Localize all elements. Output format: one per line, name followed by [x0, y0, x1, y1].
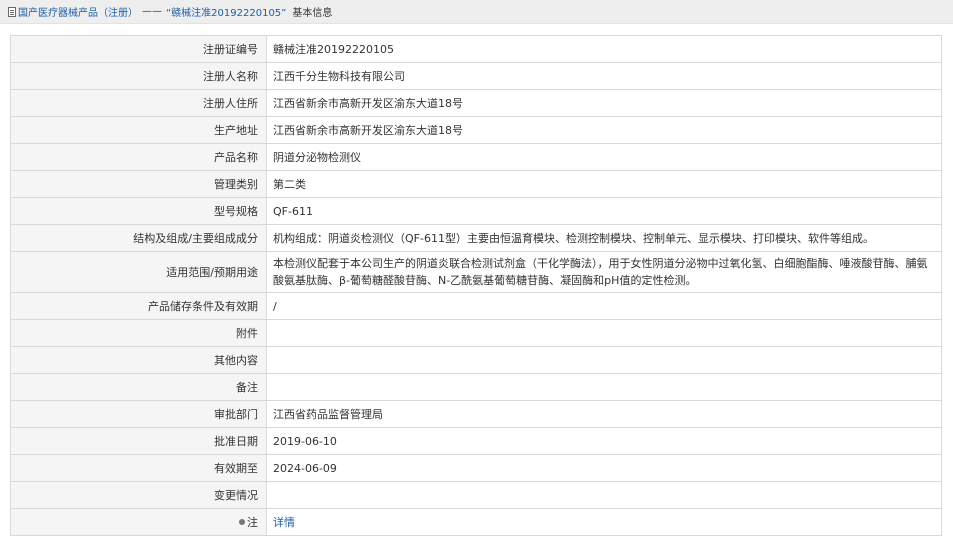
- field-label: 附件: [10, 319, 267, 347]
- breadcrumb-suffix: 基本信息: [292, 8, 333, 19]
- table-row: 注 详情: [10, 508, 942, 536]
- table-row: 管理类别 第二类: [10, 170, 942, 198]
- table-row: 备注: [10, 373, 942, 401]
- field-label: 有效期至: [10, 454, 267, 482]
- field-label: 审批部门: [10, 400, 267, 428]
- field-value: 机构组成：阴道炎检测仪（QF-611型）主要由恒温育模块、检测控制模块、控制单元…: [266, 224, 942, 252]
- field-label: 注: [247, 515, 258, 529]
- table-row: 生产地址 江西省新余市高新开发区渝东大道18号: [10, 116, 942, 144]
- field-label: 其他内容: [10, 346, 267, 374]
- table-row: 变更情况: [10, 481, 942, 509]
- breadcrumb-root-link[interactable]: 国产医疗器械产品（注册）: [18, 4, 138, 19]
- field-value: 江西千分生物科技有限公司: [266, 62, 942, 90]
- field-value: 江西省新余市高新开发区渝东大道18号: [266, 89, 942, 117]
- breadcrumb-separator: ——: [142, 6, 162, 17]
- field-value: [266, 346, 942, 374]
- field-label: 注册人住所: [10, 89, 267, 117]
- field-label: 备注: [10, 373, 267, 401]
- table-row: 其他内容: [10, 346, 942, 374]
- field-label: 产品储存条件及有效期: [10, 292, 267, 320]
- registration-info-table: 注册证编号 赣械注准20192220105 注册人名称 江西千分生物科技有限公司…: [10, 35, 942, 536]
- field-value: [266, 481, 942, 509]
- field-value: [266, 319, 942, 347]
- field-label: 注册证编号: [10, 35, 267, 63]
- table-row: 批准日期 2019-06-10: [10, 427, 942, 455]
- table-row: 产品储存条件及有效期 /: [10, 292, 942, 320]
- field-value: 详情: [266, 508, 942, 536]
- field-label: 注册人名称: [10, 62, 267, 90]
- field-label: 结构及组成/主要组成成分: [10, 224, 267, 252]
- field-label: 适用范围/预期用途: [10, 251, 267, 293]
- field-label: 管理类别: [10, 170, 267, 198]
- field-value: QF-611: [266, 197, 942, 225]
- detail-link[interactable]: 详情: [273, 516, 295, 529]
- field-value: 赣械注准20192220105: [266, 35, 942, 63]
- field-value: [266, 373, 942, 401]
- field-label: 型号规格: [10, 197, 267, 225]
- breadcrumb-current-link[interactable]: “赣械注准20192220105”: [166, 4, 286, 19]
- field-value: 江西省新余市高新开发区渝东大道18号: [266, 116, 942, 144]
- table-row: 注册人住所 江西省新余市高新开发区渝东大道18号: [10, 89, 942, 117]
- breadcrumb: 国产医疗器械产品（注册） —— “赣械注准20192220105” 基本信息: [0, 0, 953, 24]
- table-row: 审批部门 江西省药品监督管理局: [10, 400, 942, 428]
- table-row: 产品名称 阴道分泌物检测仪: [10, 143, 942, 171]
- field-value: 第二类: [266, 170, 942, 198]
- table-row: 有效期至 2024-06-09: [10, 454, 942, 482]
- field-value: 阴道分泌物检测仪: [266, 143, 942, 171]
- field-value: 本检测仪配套于本公司生产的阴道炎联合检测试剂盒（干化学酶法），用于女性阴道分泌物…: [266, 251, 942, 293]
- pin-icon: [239, 518, 245, 525]
- field-value: 江西省药品监督管理局: [266, 400, 942, 428]
- table-row: 结构及组成/主要组成成分 机构组成：阴道炎检测仪（QF-611型）主要由恒温育模…: [10, 224, 942, 252]
- field-label: 产品名称: [10, 143, 267, 171]
- table-row: 注册证编号 赣械注准20192220105: [10, 35, 942, 63]
- note-label-cell: 注: [10, 508, 267, 536]
- table-row: 型号规格 QF-611: [10, 197, 942, 225]
- field-label: 生产地址: [10, 116, 267, 144]
- field-label: 变更情况: [10, 481, 267, 509]
- field-label: 批准日期: [10, 427, 267, 455]
- field-value: 2019-06-10: [266, 427, 942, 455]
- field-value: /: [266, 292, 942, 320]
- table-row: 注册人名称 江西千分生物科技有限公司: [10, 62, 942, 90]
- document-icon: [8, 6, 16, 17]
- field-value: 2024-06-09: [266, 454, 942, 482]
- table-row: 附件: [10, 319, 942, 347]
- table-row: 适用范围/预期用途 本检测仪配套于本公司生产的阴道炎联合检测试剂盒（干化学酶法）…: [10, 251, 942, 293]
